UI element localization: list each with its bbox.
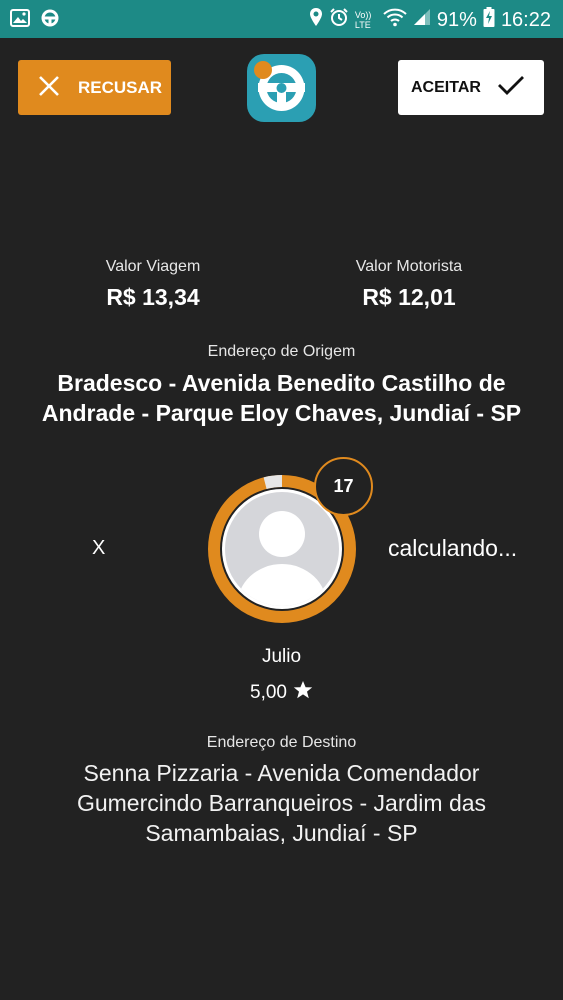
trip-value-amount: R$ 13,34 [106,284,200,310]
refuse-button[interactable]: RECUSAR [18,60,171,115]
passenger-rating: 5,00 [0,680,563,706]
destination-label: Endereço de Destino [206,734,357,751]
accept-button-label: ACEITAR [411,78,481,96]
trip-value-block: Valor Viagem R$ 13,34 [53,258,253,311]
refuse-button-label: RECUSAR [78,77,163,97]
checkmark-icon [497,74,525,101]
driver-value-amount: R$ 12,01 [362,284,456,310]
volte-icon: Vo)) LTE [354,10,372,30]
rating-value: 5,00 [250,682,287,703]
wifi-icon [383,7,407,33]
driver-value-block: Valor Motorista R$ 12,01 [309,258,509,311]
destination-address: Senna Pizzaria - Avenida Comendador Gume… [76,760,487,846]
accept-button[interactable]: ACEITAR [398,60,544,115]
signal-icon [413,8,431,32]
distance-value: X [92,537,106,559]
eta-status: calculando... [388,535,518,561]
origin-address: Bradesco - Avenida Benedito Castilho de … [41,370,522,426]
steering-app-notification-icon [40,8,60,33]
close-icon [38,73,60,103]
trip-value-label: Valor Viagem [105,258,201,275]
battery-charging-icon [483,7,495,33]
origin-label: Endereço de Origem [207,343,356,360]
alarm-icon [329,7,349,33]
passenger-name: Julio [261,646,302,667]
app-logo [245,52,318,124]
clock-time: 16:22 [500,8,551,31]
star-icon [293,680,313,706]
location-icon [309,7,323,33]
driver-value-label: Valor Motorista [355,258,463,275]
countdown-value: 17 [333,476,354,496]
battery-percent: 91% [436,8,477,31]
image-notification-icon [10,8,30,33]
status-bar: Vo)) LTE 91% 16:22 [0,0,563,38]
